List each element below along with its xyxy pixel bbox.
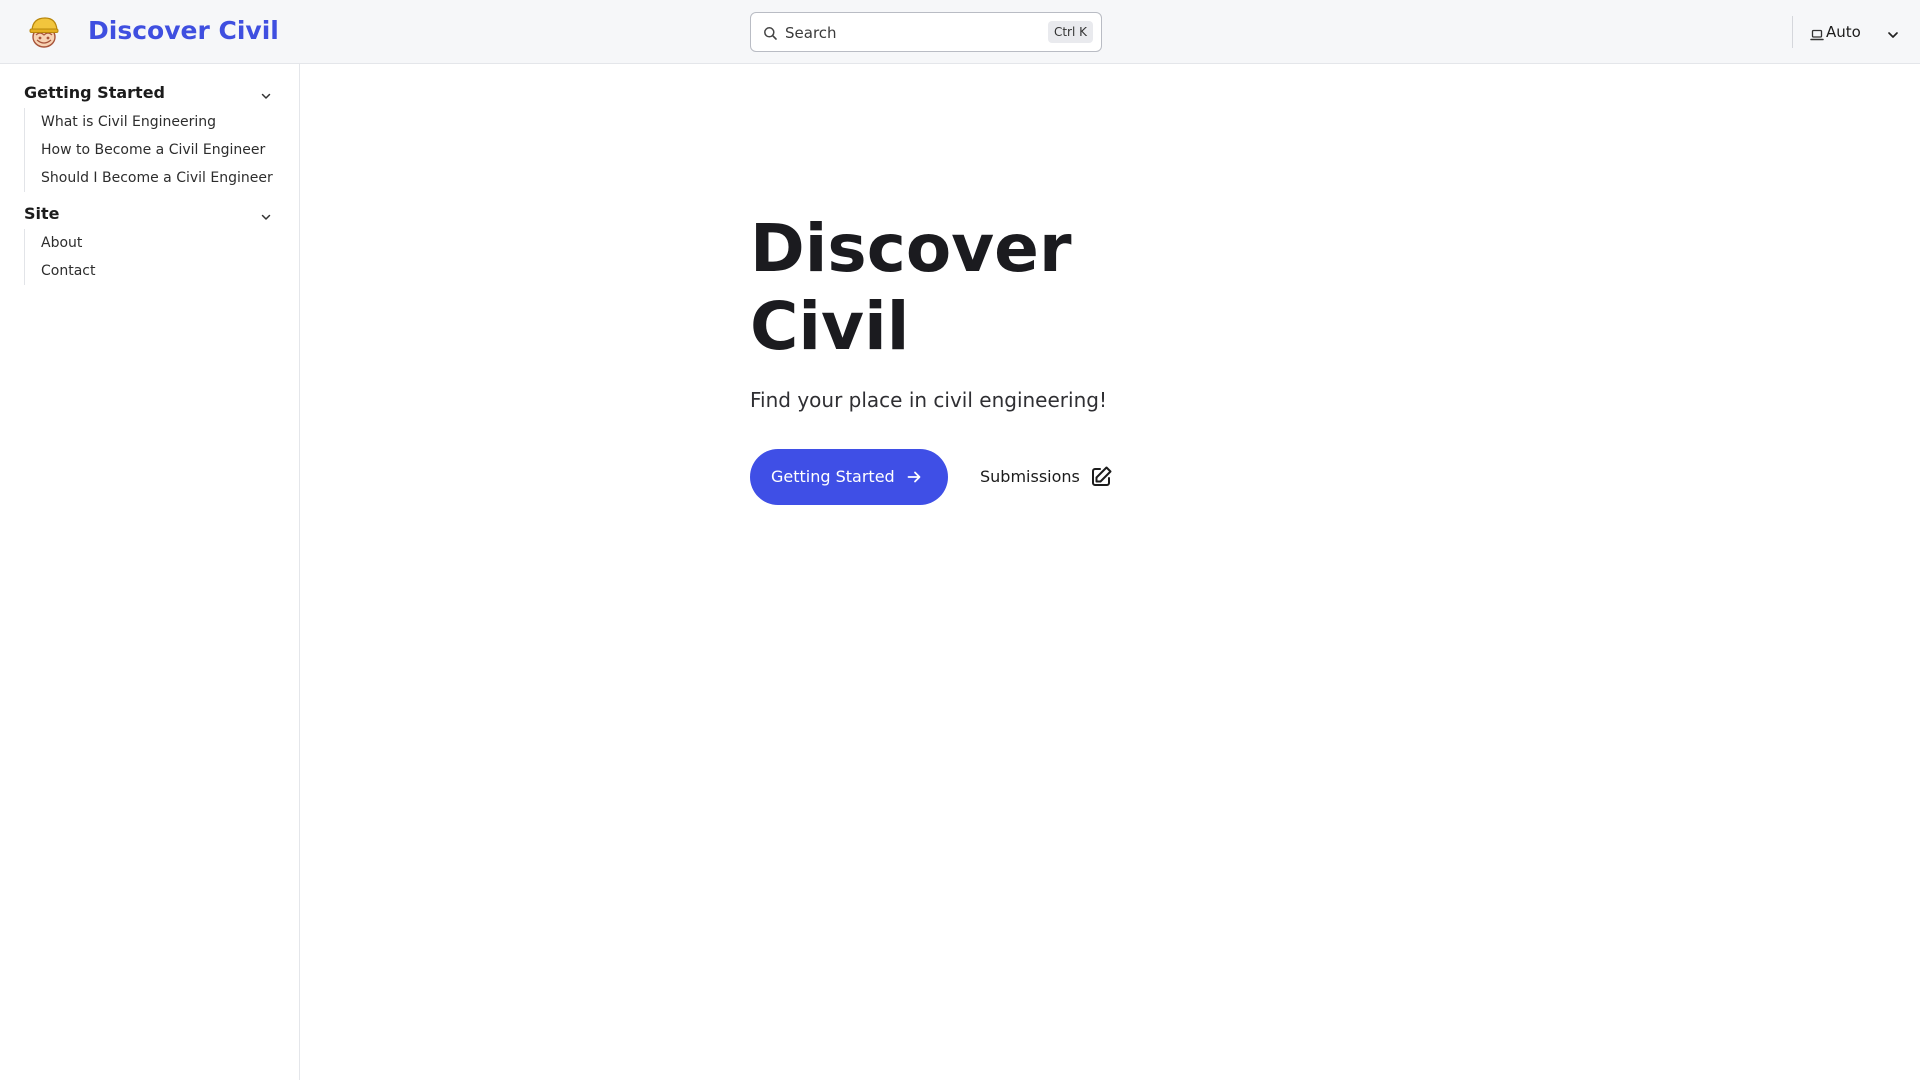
search-placeholder: Search xyxy=(785,24,837,42)
hero-title: Discover Civil xyxy=(750,210,1072,365)
hard-hat-character-icon[interactable] xyxy=(28,15,60,49)
theme-selector[interactable]: Auto xyxy=(1806,16,1906,48)
sidebar-item-contact[interactable]: Contact xyxy=(25,257,284,285)
getting-started-button[interactable]: Getting Started xyxy=(750,449,948,505)
sidebar-sublist-site: About Contact xyxy=(24,229,284,285)
theme-label: Auto xyxy=(1826,23,1861,41)
sidebar-section-title: Site xyxy=(24,204,60,223)
sidebar-item-what-is-civil-engineering[interactable]: What is Civil Engineering xyxy=(25,108,284,136)
search-box[interactable]: Search Ctrl K xyxy=(750,12,1102,52)
search-icon xyxy=(763,26,778,41)
top-navbar: Discover Civil Search Ctrl K Auto xyxy=(0,0,1920,64)
sidebar-item-how-to-become[interactable]: How to Become a Civil Engineer xyxy=(25,136,284,164)
sidebar-section-getting-started[interactable]: Getting Started xyxy=(24,80,276,106)
getting-started-label: Getting Started xyxy=(771,467,895,486)
laptop-icon xyxy=(1810,26,1824,41)
sidebar-section-title: Getting Started xyxy=(24,83,165,102)
header-divider xyxy=(1792,16,1793,48)
site-brand[interactable]: Discover Civil xyxy=(88,14,279,48)
sidebar: Getting Started What is Civil Engineerin… xyxy=(0,64,300,1080)
sidebar-item-should-i-become[interactable]: Should I Become a Civil Engineer xyxy=(25,164,284,192)
submissions-button[interactable]: Submissions xyxy=(980,461,1114,493)
chevron-down-icon xyxy=(260,87,272,99)
edit-icon xyxy=(1089,465,1113,489)
chevron-down-icon xyxy=(1886,26,1900,38)
sidebar-section-site[interactable]: Site xyxy=(24,201,276,227)
sidebar-sublist-getting-started: What is Civil Engineering How to Become … xyxy=(24,108,284,192)
chevron-down-icon xyxy=(260,208,272,220)
search-shortcut-badge: Ctrl K xyxy=(1047,21,1093,43)
submissions-label: Submissions xyxy=(980,467,1080,486)
arrow-right-icon xyxy=(906,469,922,485)
sidebar-item-about[interactable]: About xyxy=(25,229,284,257)
hero-tagline: Find your place in civil engineering! xyxy=(750,388,1107,412)
